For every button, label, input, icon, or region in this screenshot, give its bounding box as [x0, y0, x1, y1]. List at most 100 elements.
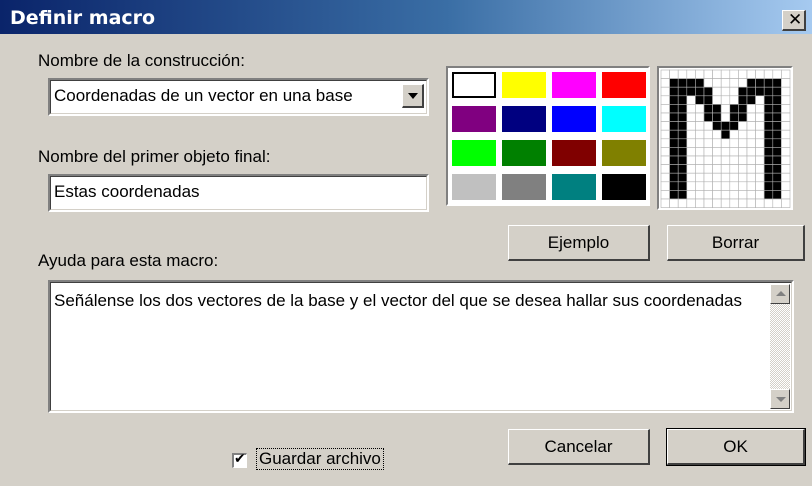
- icon-pixel[interactable]: [763, 164, 774, 174]
- icon-pixel[interactable]: [669, 69, 679, 79]
- icon-pixel[interactable]: [746, 95, 756, 105]
- icon-pixel[interactable]: [712, 78, 722, 88]
- icon-pixel[interactable]: [781, 198, 791, 208]
- icon-pixel[interactable]: [660, 95, 670, 105]
- icon-pixel[interactable]: [746, 164, 756, 174]
- icon-pixel[interactable]: [686, 104, 696, 114]
- first-object-field[interactable]: Estas coordenadas: [48, 174, 429, 212]
- icon-pixel[interactable]: [720, 155, 731, 165]
- icon-pixel[interactable]: [720, 86, 731, 97]
- icon-pixel[interactable]: [695, 138, 705, 148]
- icon-pixel[interactable]: [738, 155, 748, 165]
- icon-pixel[interactable]: [660, 147, 670, 157]
- icon-pixel[interactable]: [772, 121, 782, 131]
- icon-pixel[interactable]: [660, 181, 670, 191]
- color-swatch[interactable]: [552, 106, 596, 132]
- icon-pixel[interactable]: [660, 69, 670, 79]
- icon-pixel[interactable]: [755, 164, 765, 174]
- icon-pixel[interactable]: [660, 190, 670, 200]
- icon-pixel[interactable]: [695, 172, 705, 183]
- icon-pixel[interactable]: [720, 172, 731, 183]
- icon-pixel[interactable]: [660, 164, 670, 174]
- icon-pixel[interactable]: [677, 95, 688, 105]
- icon-pixel[interactable]: [755, 95, 765, 105]
- icon-pixel[interactable]: [686, 155, 696, 165]
- icon-pixel[interactable]: [763, 121, 774, 131]
- icon-pixel[interactable]: [772, 95, 782, 105]
- icon-pixel[interactable]: [703, 78, 713, 88]
- icon-pixel[interactable]: [781, 172, 791, 183]
- example-button[interactable]: Ejemplo: [508, 225, 650, 261]
- icon-pixel[interactable]: [729, 69, 739, 79]
- icon-pixel[interactable]: [720, 190, 731, 200]
- icon-pixel[interactable]: [677, 104, 688, 114]
- icon-pixel[interactable]: [720, 129, 731, 140]
- icon-pixel[interactable]: [729, 104, 739, 114]
- icon-pixel[interactable]: [703, 86, 713, 97]
- icon-pixel[interactable]: [746, 147, 756, 157]
- icon-pixel[interactable]: [712, 104, 722, 114]
- icon-pixel[interactable]: [755, 86, 765, 97]
- icon-pixel[interactable]: [746, 155, 756, 165]
- icon-pixel[interactable]: [746, 86, 756, 97]
- icon-pixel[interactable]: [660, 172, 670, 183]
- icon-pixel[interactable]: [746, 78, 756, 88]
- icon-pixel[interactable]: [703, 147, 713, 157]
- icon-pixel[interactable]: [703, 121, 713, 131]
- icon-pixel[interactable]: [669, 121, 679, 131]
- icon-pixel[interactable]: [686, 78, 696, 88]
- icon-pixel[interactable]: [686, 172, 696, 183]
- icon-pixel[interactable]: [695, 104, 705, 114]
- icon-pixel[interactable]: [703, 69, 713, 79]
- icon-pixel[interactable]: [720, 69, 731, 79]
- icon-pixel[interactable]: [677, 69, 688, 79]
- icon-pixel[interactable]: [738, 190, 748, 200]
- icon-pixel[interactable]: [746, 181, 756, 191]
- icon-pixel[interactable]: [738, 129, 748, 140]
- color-swatch[interactable]: [452, 174, 496, 200]
- color-swatch[interactable]: [452, 72, 496, 98]
- icon-pixel[interactable]: [669, 104, 679, 114]
- icon-pixel[interactable]: [669, 190, 679, 200]
- icon-pixel[interactable]: [720, 104, 731, 114]
- icon-pixel[interactable]: [677, 198, 688, 208]
- icon-pixel[interactable]: [781, 164, 791, 174]
- color-swatch[interactable]: [602, 72, 646, 98]
- icon-pixel[interactable]: [781, 86, 791, 97]
- icon-pixel[interactable]: [669, 86, 679, 97]
- scroll-up-icon[interactable]: [770, 284, 790, 304]
- icon-pixel[interactable]: [660, 198, 670, 208]
- icon-pixel[interactable]: [712, 95, 722, 105]
- icon-pixel[interactable]: [729, 95, 739, 105]
- icon-pixel[interactable]: [781, 112, 791, 122]
- icon-pixel[interactable]: [781, 155, 791, 165]
- color-swatch[interactable]: [452, 140, 496, 166]
- icon-pixel[interactable]: [738, 69, 748, 79]
- icon-pixel[interactable]: [695, 121, 705, 131]
- save-file-checkbox[interactable]: ✔: [232, 451, 247, 468]
- icon-pixel[interactable]: [703, 164, 713, 174]
- icon-pixel[interactable]: [720, 198, 731, 208]
- icon-pixel[interactable]: [763, 190, 774, 200]
- icon-pixel[interactable]: [755, 190, 765, 200]
- icon-pixel[interactable]: [712, 147, 722, 157]
- icon-pixel[interactable]: [738, 86, 748, 97]
- icon-pixel[interactable]: [729, 190, 739, 200]
- icon-pixel[interactable]: [712, 112, 722, 122]
- icon-pixel[interactable]: [720, 147, 731, 157]
- color-swatch[interactable]: [602, 106, 646, 132]
- icon-pixel[interactable]: [686, 181, 696, 191]
- icon-pixel[interactable]: [738, 112, 748, 122]
- icon-pixel[interactable]: [781, 138, 791, 148]
- icon-pixel[interactable]: [669, 198, 679, 208]
- icon-pixel[interactable]: [755, 129, 765, 140]
- icon-pixel[interactable]: [772, 164, 782, 174]
- color-swatch[interactable]: [552, 140, 596, 166]
- icon-pixel[interactable]: [772, 198, 782, 208]
- icon-pixel[interactable]: [703, 112, 713, 122]
- icon-pixel[interactable]: [712, 172, 722, 183]
- color-swatch[interactable]: [452, 106, 496, 132]
- cancel-button[interactable]: Cancelar: [508, 429, 650, 465]
- help-textarea[interactable]: Señálense los dos vectores de la base y …: [48, 280, 794, 413]
- color-swatch[interactable]: [502, 174, 546, 200]
